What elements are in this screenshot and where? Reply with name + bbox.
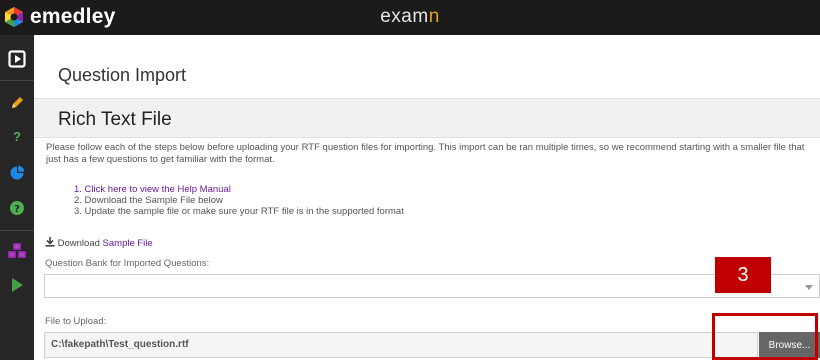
pie-chart-icon	[10, 165, 25, 180]
download-prefix: Download	[57, 238, 100, 249]
question-mark-icon: ?	[13, 128, 21, 144]
page-title: Question Import	[58, 65, 187, 85]
question-bank-label: Question Bank for Imported Questions:	[45, 258, 210, 269]
sidebar-item-reports[interactable]	[0, 160, 34, 186]
chevron-down-icon	[805, 285, 813, 290]
product-name: examn	[380, 6, 440, 27]
page-header: Question Import	[34, 35, 820, 97]
sidebar-item-run[interactable]	[0, 272, 34, 298]
file-path-input[interactable]: C:\fakepath\Test_question.rtf	[44, 332, 758, 358]
step-badge: 3	[715, 257, 771, 293]
help-circle-icon: ?	[10, 201, 24, 215]
intro-text: Please follow each of the steps below be…	[46, 142, 805, 165]
section-header: Rich Text File	[34, 98, 820, 138]
play-square-icon	[8, 50, 26, 68]
svg-text:?: ?	[14, 204, 20, 215]
step-3: 3. Update the sample file or make sure y…	[74, 206, 404, 217]
file-upload-label: File to Upload:	[45, 316, 107, 327]
download-row[interactable]: Download Sample File	[45, 237, 153, 249]
help-manual-link[interactable]: 1. Click here to view the Help Manual	[74, 184, 231, 195]
sidebar-item-player[interactable]	[0, 46, 34, 72]
play-triangle-icon	[12, 278, 23, 292]
sample-file-link[interactable]: Sample File	[103, 238, 153, 249]
sidebar-item-help[interactable]: ?	[0, 195, 34, 221]
sidebar-item-edit[interactable]	[0, 90, 34, 116]
sidebar-item-questions[interactable]: ?	[0, 123, 34, 149]
step-2: 2. Download the Sample File below	[74, 195, 223, 206]
sidebar-item-bank[interactable]	[0, 238, 34, 264]
highlight-box	[712, 313, 818, 360]
cubes-icon	[8, 243, 26, 258]
download-icon	[45, 237, 55, 247]
steps-list: 1. Click here to view the Help Manual 2.…	[74, 184, 404, 217]
section-title: Rich Text File	[58, 109, 172, 130]
sidebar: ? ?	[0, 35, 34, 360]
pencil-icon	[12, 97, 23, 108]
question-bank-select[interactable]	[44, 274, 820, 298]
top-bar: emedley examn	[0, 0, 820, 35]
